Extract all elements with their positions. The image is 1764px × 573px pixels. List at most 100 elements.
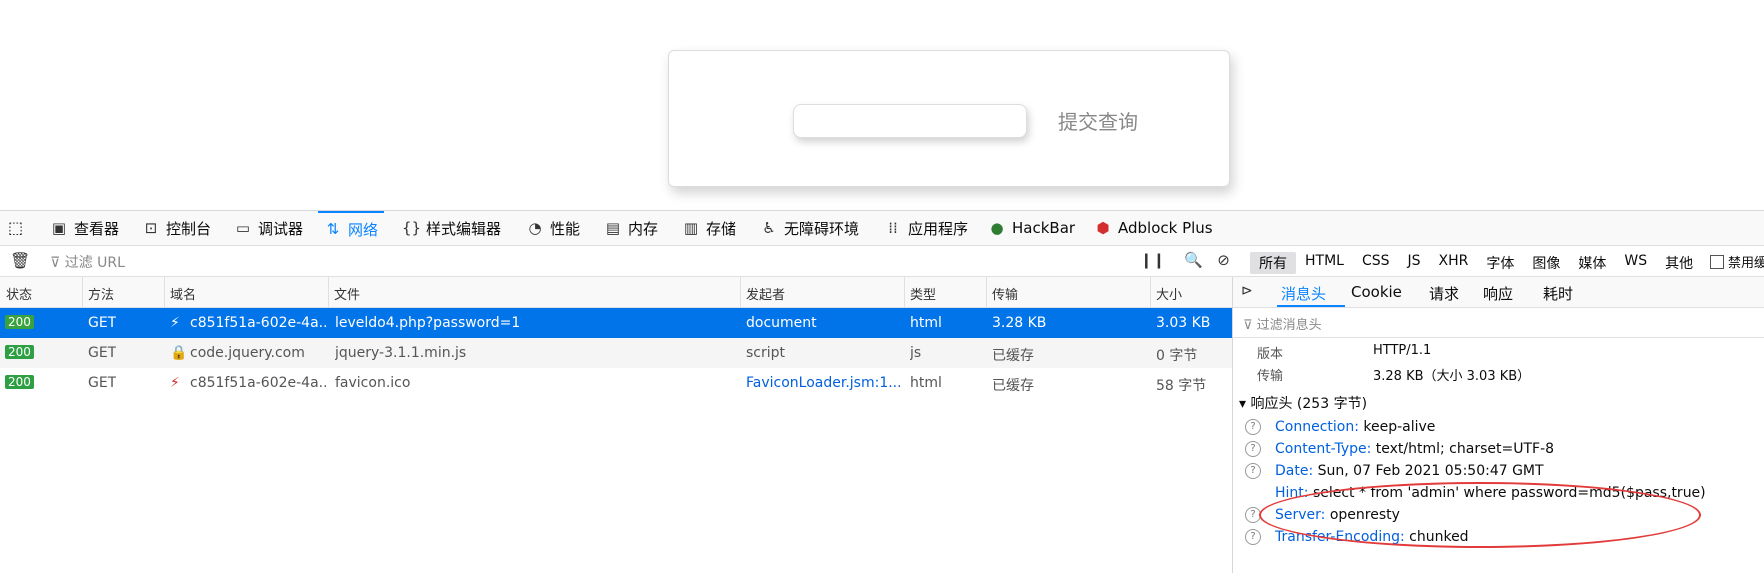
insecure-icon: ⚡ — [170, 375, 180, 391]
tab-style-editor[interactable]: {} 样式编辑器 — [402, 211, 501, 245]
help-icon[interactable]: ? — [1245, 463, 1261, 479]
toggle-panel-icon[interactable]: ⊳ — [1241, 283, 1253, 299]
tracker-icon: ⚡ — [170, 315, 180, 331]
password-input[interactable] — [793, 104, 1027, 138]
type-filter-xhr[interactable]: XHR — [1430, 252, 1478, 274]
element-picker-icon[interactable]: ⬚ — [8, 218, 28, 238]
tab-accessibility[interactable]: ♿ 无障碍环境 — [760, 211, 859, 245]
col-domain[interactable]: 域名 — [170, 284, 196, 303]
search-icon[interactable]: 🔍 — [1184, 251, 1203, 269]
col-status[interactable]: 状态 — [6, 284, 32, 303]
help-icon[interactable]: ? — [1245, 441, 1261, 457]
cell-method: GET — [88, 315, 117, 331]
col-initiator[interactable]: 发起者 — [746, 284, 785, 303]
inspector-icon: ▣ — [51, 219, 67, 237]
tab-request[interactable]: 请求 — [1429, 283, 1459, 304]
type-filter-all[interactable]: 所有 — [1250, 252, 1296, 274]
cell-size: 3.03 KB — [1156, 315, 1211, 331]
cell-method: GET — [88, 345, 117, 361]
cell-initiator-link[interactable]: FaviconLoader.jsm:1... — [746, 375, 900, 391]
col-method[interactable]: 方法 — [88, 284, 114, 303]
pause-icon[interactable]: ❙❙ — [1140, 251, 1165, 269]
type-filter-ws[interactable]: WS — [1615, 252, 1656, 274]
col-size[interactable]: 大小 — [1156, 284, 1182, 303]
response-headers-section[interactable]: ▾ 响应头 (253 字节) — [1239, 393, 1367, 413]
type-filter-css[interactable]: CSS — [1353, 252, 1399, 274]
type-filter-font[interactable]: 字体 — [1477, 252, 1523, 274]
header-row: ? Connection: keep-alive — [1245, 419, 1435, 435]
tab-inspector[interactable]: ▣ 查看器 — [50, 211, 119, 245]
network-filter-bar: 🗑 ⊽ 过滤 URL ❙❙ 🔍 ⊘ 所有 HTML CSS JS XHR 字体 … — [0, 246, 1764, 277]
tab-response[interactable]: 响应 — [1483, 283, 1513, 304]
type-filter-js[interactable]: JS — [1399, 252, 1430, 274]
highlight-ellipse — [1259, 482, 1701, 548]
performance-icon: ◔ — [528, 219, 542, 237]
cell-file: favicon.ico — [335, 375, 411, 391]
tab-network[interactable]: ⇅ 网络 — [318, 211, 385, 245]
cell-initiator: document — [746, 315, 817, 331]
filter-headers-input[interactable]: ⊽ 过滤消息头 — [1243, 314, 1322, 333]
cell-size: 58 字节 — [1156, 378, 1207, 394]
cell-transferred: 3.28 KB — [992, 315, 1047, 331]
page-content: 提交查询 — [0, 0, 1764, 210]
network-icon: ⇅ — [326, 220, 340, 238]
col-transferred[interactable]: 传输 — [992, 284, 1018, 303]
type-filter-html[interactable]: HTML — [1296, 252, 1353, 274]
tab-storage[interactable]: ▥ 存储 — [682, 211, 736, 245]
transfer-value: 3.28 KB（大小 3.03 KB） — [1373, 369, 1531, 384]
request-table: 状态 方法 域名 文件 发起者 类型 传输 大小 200 GET ⚡ c851f… — [0, 277, 1232, 573]
memory-icon: ▤ — [605, 219, 621, 237]
tab-performance[interactable]: ◔ 性能 — [526, 211, 580, 245]
tab-application[interactable]: ⁞⁞ 应用程序 — [884, 211, 968, 245]
tab-headers[interactable]: 消息头 — [1281, 283, 1326, 304]
tab-memory[interactable]: ▤ 内存 — [604, 211, 658, 245]
checkbox-box — [1710, 254, 1724, 269]
details-tabs: ⊳ 消息头 Cookie 请求 响应 耗时 — [1233, 277, 1764, 308]
cell-type: html — [910, 315, 942, 331]
status-badge: 200 — [5, 315, 34, 329]
devtools-toolbar: ⬚ ▣ 查看器 ⊡ 控制台 ▭ 调试器 ⇅ 网络 {} 样式编辑器 ◔ 性能 ▤ 内存 ▥ 存储… — [0, 211, 1764, 246]
cell-initiator: script — [746, 345, 786, 361]
cell-file: leveldo4.php?password=1 — [335, 315, 521, 331]
tab-timings[interactable]: 耗时 — [1543, 283, 1573, 304]
accessibility-icon: ♿ — [762, 219, 776, 237]
block-icon[interactable]: ⊘ — [1217, 251, 1230, 269]
tab-console[interactable]: ⊡ 控制台 — [142, 211, 211, 245]
submit-button[interactable]: 提交查询 — [1058, 106, 1138, 135]
debugger-icon: ▭ — [235, 219, 251, 237]
tab-debugger[interactable]: ▭ 调试器 — [234, 211, 303, 245]
cell-domain: c851f51a-602e-4a... — [190, 375, 326, 391]
network-tools: ❙❙ 🔍 ⊘ — [1140, 251, 1230, 269]
trash-icon[interactable]: 🗑 — [10, 251, 30, 270]
type-filter-image[interactable]: 图像 — [1523, 252, 1569, 274]
type-filter-media[interactable]: 媒体 — [1569, 252, 1615, 274]
tab-adblock-plus[interactable]: ⬢ Adblock Plus — [1094, 211, 1212, 245]
filter-icon: ⊽ — [1243, 318, 1253, 333]
table-row[interactable]: 200 GET ⚡ c851f51a-602e-4a... leveldo4.p… — [0, 308, 1232, 338]
help-icon[interactable]: ? — [1245, 419, 1261, 435]
filter-url-input[interactable]: ⊽ 过滤 URL — [50, 252, 125, 272]
version-row: 版本 — [1257, 347, 1284, 362]
transfer-row: 传输 — [1257, 369, 1284, 384]
status-badge: 200 — [5, 345, 34, 359]
table-row[interactable]: 200 GET 🔒 code.jquery.com jquery-3.1.1.m… — [0, 338, 1232, 368]
storage-icon: ▥ — [683, 219, 699, 237]
help-icon[interactable]: ? — [1245, 529, 1261, 545]
style-editor-icon: {} — [402, 219, 422, 237]
cell-domain: code.jquery.com — [190, 345, 305, 361]
console-icon: ⊡ — [144, 219, 158, 237]
tab-cookie[interactable]: Cookie — [1351, 283, 1402, 301]
col-type[interactable]: 类型 — [910, 284, 936, 303]
status-badge: 200 — [5, 375, 34, 389]
cell-size: 0 字节 — [1156, 348, 1198, 364]
header-row: ? Date: Sun, 07 Feb 2021 05:50:47 GMT — [1245, 463, 1544, 479]
cell-transferred: 已缓存 — [992, 378, 1034, 394]
hackbar-icon: ● — [990, 219, 1004, 237]
table-header: 状态 方法 域名 文件 发起者 类型 传输 大小 — [0, 277, 1232, 308]
table-row[interactable]: 200 GET ⚡ c851f51a-602e-4a... favicon.ic… — [0, 368, 1232, 398]
disable-cache-checkbox[interactable]: 禁用缓 — [1710, 252, 1764, 271]
application-icon: ⁞⁞ — [888, 219, 898, 237]
tab-hackbar[interactable]: ● HackBar — [988, 211, 1075, 245]
col-file[interactable]: 文件 — [334, 284, 360, 303]
type-filter-other[interactable]: 其他 — [1656, 252, 1702, 274]
